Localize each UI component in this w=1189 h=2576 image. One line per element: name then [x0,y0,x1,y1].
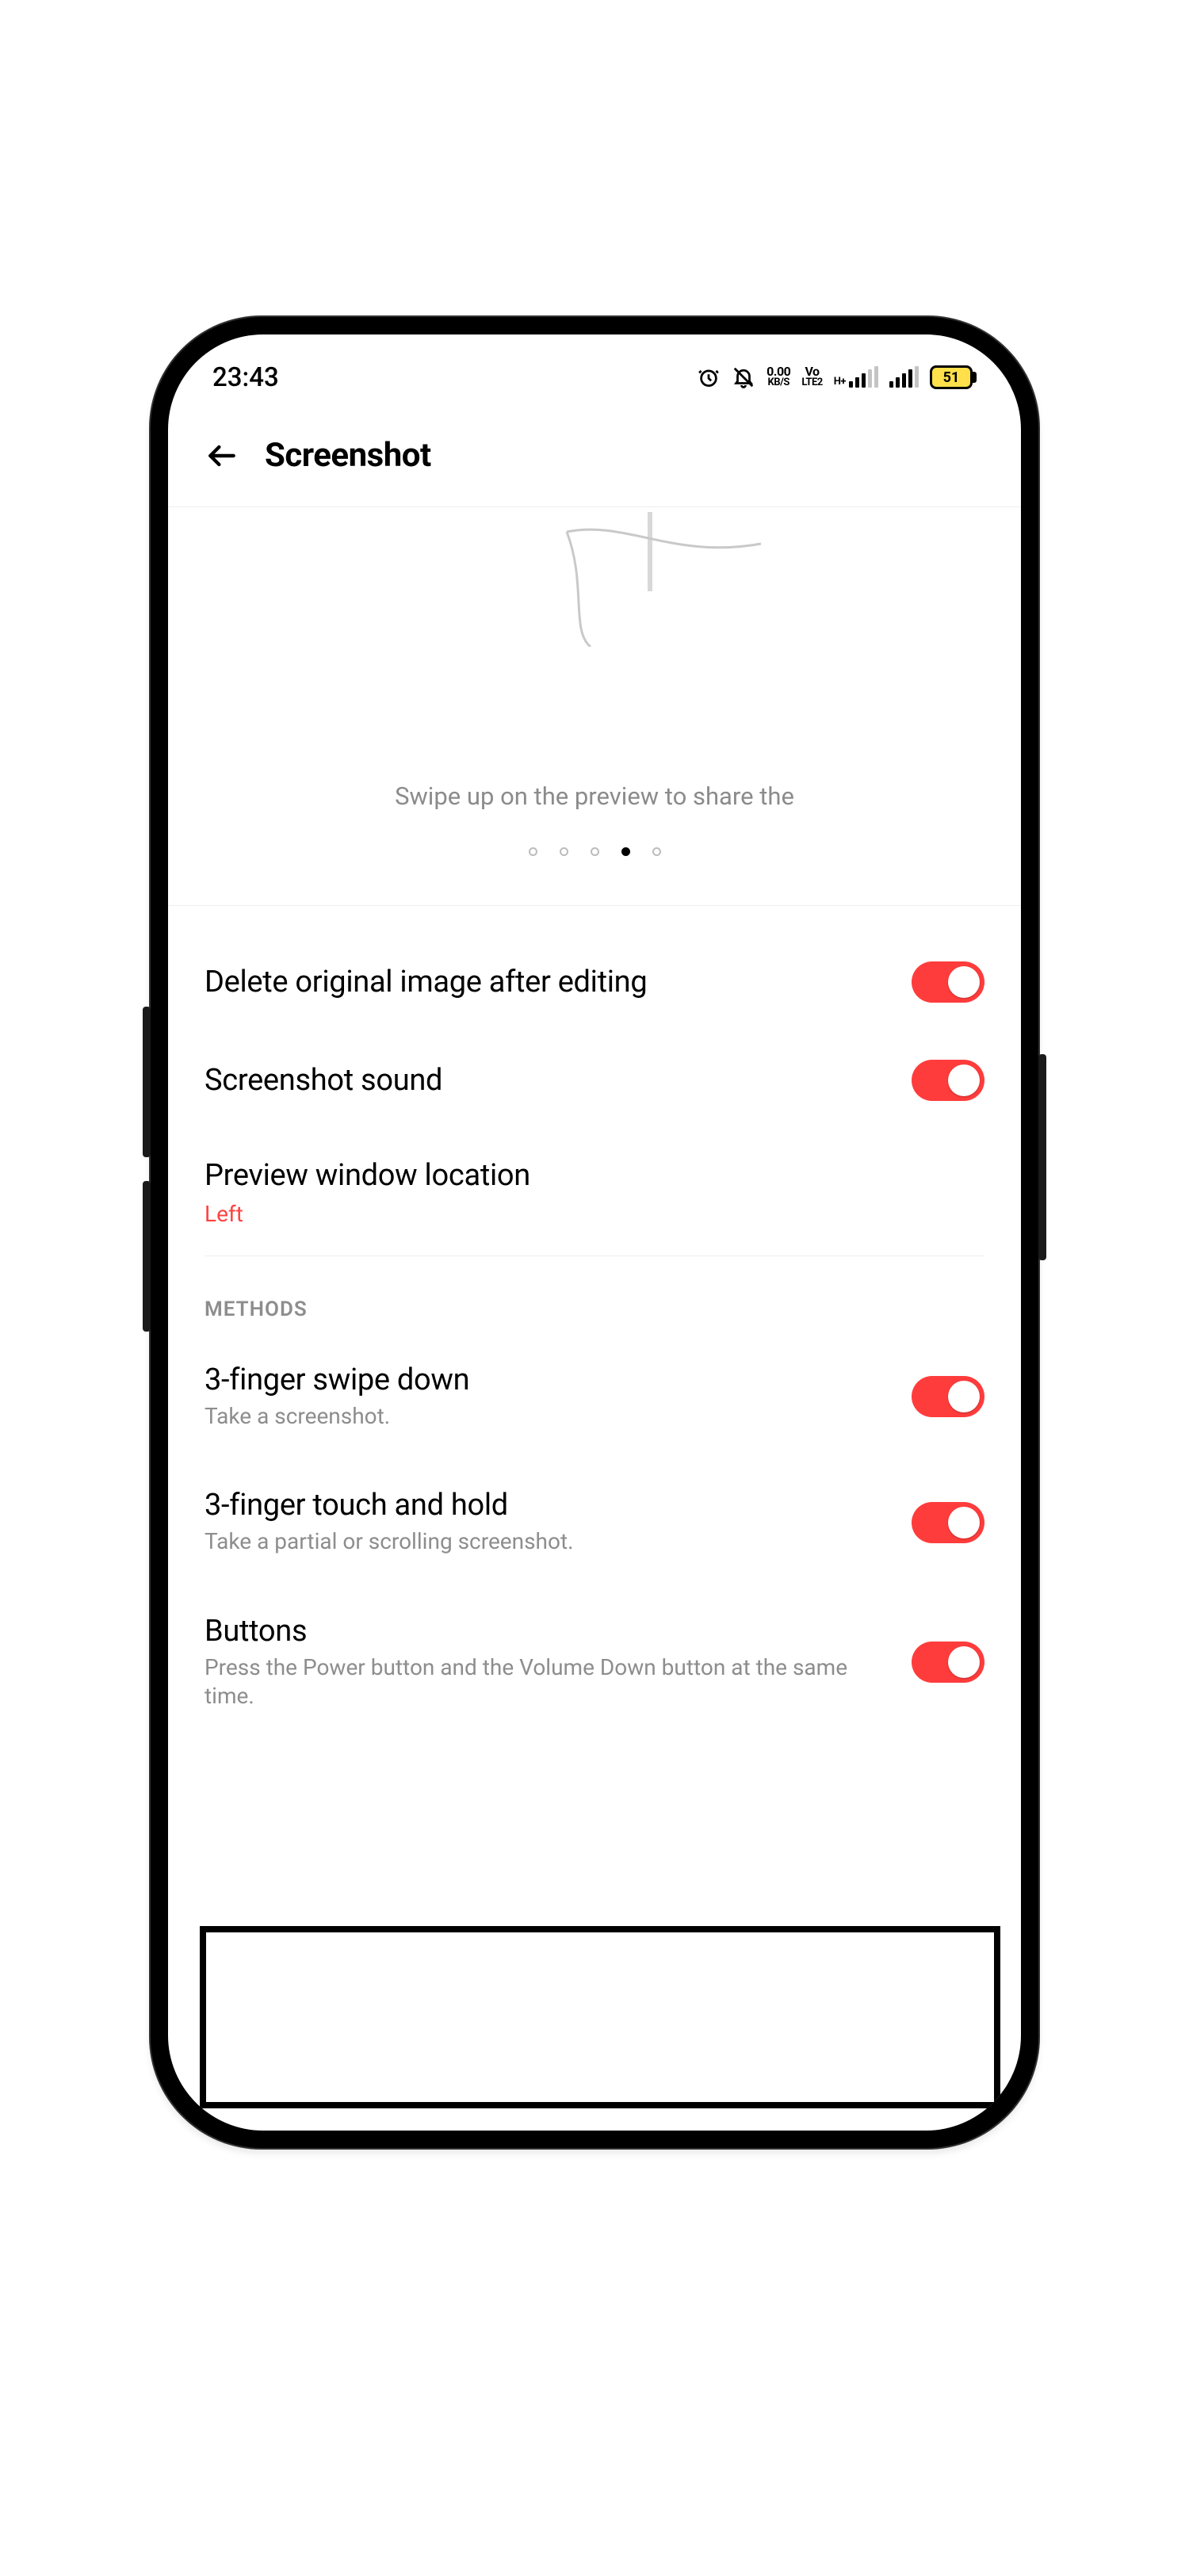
methods-list: 3-finger swipe down Take a screenshot. 3… [205,1334,984,1746]
toggle-3finger-hold[interactable] [912,1502,984,1543]
setting-delete-original[interactable]: Delete original image after editing [205,933,984,1031]
clock: 23:43 [212,362,279,393]
preview-caption: Swipe up on the preview to share the [168,782,1021,811]
method-3finger-swipe[interactable]: 3-finger swipe down Take a screenshot. [205,1334,984,1459]
setting-label: Preview window location [205,1158,965,1193]
silent-icon [732,365,755,389]
toggle-delete-original[interactable] [912,961,984,1003]
toggle-3finger-swipe[interactable] [912,1376,984,1417]
setting-label: Screenshot sound [205,1063,893,1098]
method-sub: Take a screenshot. [205,1402,893,1431]
toggle-screenshot-sound[interactable] [912,1060,984,1101]
volume-down-key [143,1181,151,1332]
status-bar: 23:43 0.00 [168,334,1021,403]
battery-indicator: 51 [930,365,977,389]
method-3finger-hold[interactable]: 3-finger touch and hold Take a partial o… [205,1459,984,1584]
net-speed-indicator: 0.00 KB/S [767,366,790,388]
setting-preview-location[interactable]: Preview window location Left [205,1129,984,1256]
back-icon[interactable] [205,438,239,473]
alarm-icon [697,365,721,389]
method-label: Buttons [205,1614,893,1649]
volte-indicator: Vo LTE2 [801,366,822,388]
setting-screenshot-sound[interactable]: Screenshot sound [205,1031,984,1129]
network-type-1: H+ [834,376,846,388]
section-header-methods: METHODS [205,1298,984,1321]
annotation-highlight [200,1926,1000,2108]
signal-2-icon [889,367,919,388]
method-label: 3-finger touch and hold [205,1488,893,1523]
method-sub: Take a partial or scrolling screenshot. [205,1527,893,1556]
toggle-buttons[interactable] [912,1642,984,1683]
phone-frame: 23:43 0.00 [151,317,1038,2148]
settings-list: Delete original image after editing Scre… [205,933,984,1256]
carousel-dots[interactable] [168,847,1021,856]
setting-value: Left [205,1201,965,1227]
signal-1-icon [849,367,878,388]
setting-label: Delete original image after editing [205,965,893,999]
screen: 23:43 0.00 [168,334,1021,2131]
power-key [1038,1054,1046,1260]
volume-up-key [143,1007,151,1157]
method-label: 3-finger swipe down [205,1363,893,1397]
method-buttons[interactable]: Buttons Press the Power button and the V… [205,1585,984,1746]
method-sub: Press the Power button and the Volume Do… [205,1653,893,1711]
app-bar: Screenshot [168,403,1021,506]
preview-carousel[interactable]: Swipe up on the preview to share the [168,506,1021,906]
preview-illustration [168,512,1021,647]
page-title: Screenshot [265,436,431,475]
